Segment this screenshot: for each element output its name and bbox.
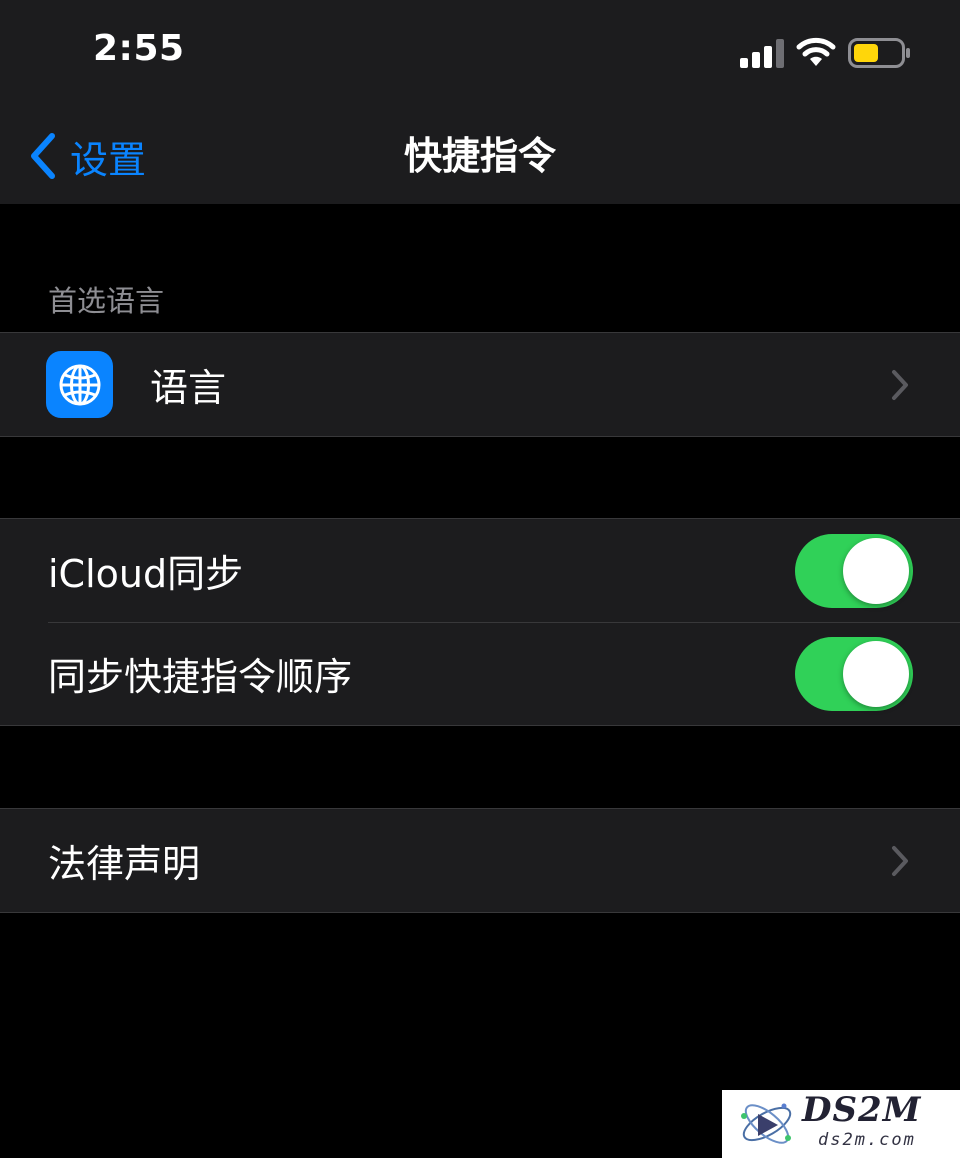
- sync-order-label: 同步快捷指令顺序: [48, 655, 353, 699]
- settings-screen: 2:55 设置 快捷指令 首选语言 语言 iCloud同步 同步快捷指令顺序 法…: [0, 0, 960, 1158]
- sync-order-toggle[interactable]: [795, 636, 913, 711]
- chevron-left-icon: [31, 133, 55, 179]
- sync-group: iCloud同步 同步快捷指令顺序: [0, 518, 960, 726]
- section-header-preferred-language: 首选语言: [48, 284, 165, 318]
- watermark-title: DS2M: [802, 1090, 922, 1130]
- battery-low-power-icon: [848, 38, 910, 68]
- icloud-sync-label: iCloud同步: [48, 552, 244, 596]
- wifi-icon: [796, 37, 836, 66]
- legal-row[interactable]: 法律声明: [0, 809, 960, 912]
- chevron-right-icon: [892, 845, 908, 876]
- language-icon-tile: [46, 351, 113, 418]
- back-button[interactable]: 设置: [28, 126, 146, 186]
- chevron-right-icon: [892, 369, 908, 400]
- toggle-knob: [843, 640, 909, 707]
- watermark: DS2M ds2m.com: [722, 1090, 960, 1158]
- toggle-knob: [843, 537, 909, 604]
- back-button-label: 设置: [70, 137, 147, 182]
- header-bar: 2:55 设置 快捷指令: [0, 0, 960, 204]
- icloud-sync-toggle[interactable]: [795, 533, 913, 608]
- language-row-label: 语言: [150, 366, 227, 410]
- legal-row-label: 法律声明: [48, 842, 201, 886]
- watermark-url: ds2m.com: [818, 1130, 916, 1150]
- globe-icon: [59, 364, 100, 405]
- status-time: 2:55: [93, 28, 185, 69]
- sync-order-row: 同步快捷指令顺序: [0, 622, 960, 725]
- language-group: 语言: [0, 332, 960, 437]
- legal-group: 法律声明: [0, 808, 960, 913]
- language-row[interactable]: 语言: [0, 333, 960, 436]
- cellular-signal-icon: [740, 39, 784, 68]
- watermark-logo-icon: [741, 1103, 792, 1144]
- icloud-sync-row: iCloud同步: [0, 519, 960, 622]
